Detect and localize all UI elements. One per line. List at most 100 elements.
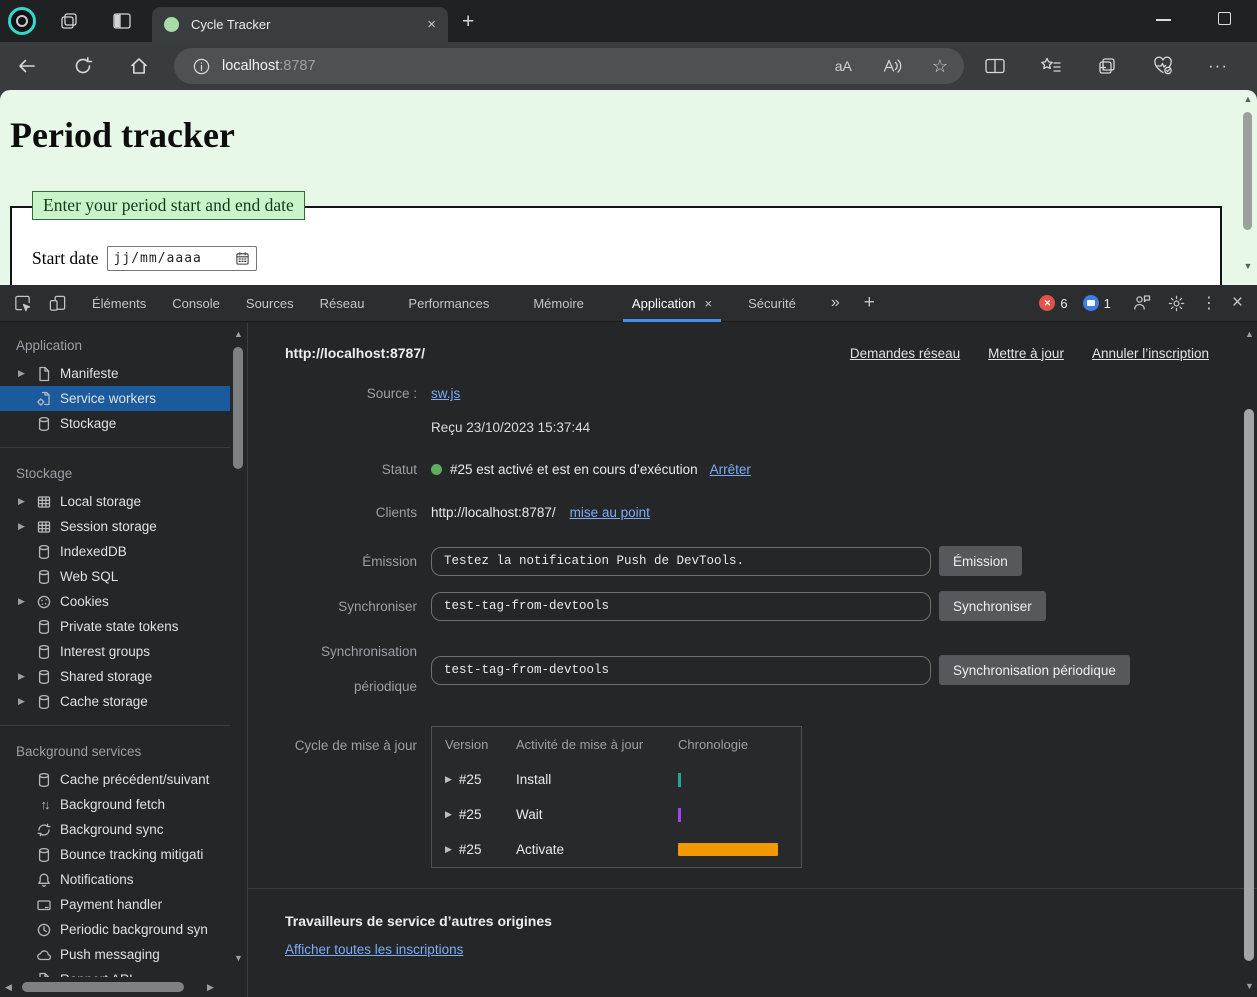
sidebar-item-manifest[interactable]: ▶ Manifeste (0, 361, 230, 386)
favorites-hub-icon[interactable] (1040, 56, 1062, 76)
sidebar-vertical-scrollbar[interactable]: ▲ ▼ (230, 323, 246, 977)
devtools-tab-application[interactable]: Application × (619, 285, 725, 322)
device-toolbar-icon[interactable] (47, 293, 67, 313)
expand-arrow-icon[interactable]: ▶ (18, 596, 32, 607)
sidebar-item-indexeddb[interactable]: ▶ IndexedDB (0, 539, 230, 564)
workspaces-icon[interactable] (57, 9, 81, 33)
table-row-wait[interactable]: ▶#25 Wait (432, 797, 801, 832)
page-scrollbar-thumb[interactable] (1243, 112, 1252, 230)
sidebar-item-back-forward-cache[interactable]: ▶ Cache précédent/suivant (0, 767, 230, 792)
sidebar-item-private-state-tokens[interactable]: ▶ Private state tokens (0, 614, 230, 639)
feedback-icon[interactable] (1132, 293, 1152, 313)
page-scrollbar[interactable]: ▲ ▼ (1239, 90, 1256, 285)
sidebar-item-storage[interactable]: ▶ Stockage (0, 411, 230, 436)
tab-close-icon[interactable]: × (427, 17, 436, 32)
address-bar[interactable]: localhost:8787 aA ☆ (174, 48, 964, 84)
devtools-tab-elements[interactable]: Éléments (79, 285, 159, 322)
sidebar-item-push-messaging[interactable]: ▶ Push messaging (0, 942, 230, 967)
expand-arrow-icon[interactable]: ▶ (18, 671, 32, 682)
browser-essentials-icon[interactable] (1152, 56, 1174, 76)
sidebar-item-reporting-api[interactable]: ▶ Rapport API (0, 967, 230, 977)
devtools-tab-console[interactable]: Console (159, 285, 233, 322)
sidebar-item-shared-storage[interactable]: ▶ Shared storage (0, 664, 230, 689)
sidebar-item-local-storage[interactable]: ▶ Local storage (0, 489, 230, 514)
scroll-down-icon[interactable]: ▼ (1242, 261, 1254, 271)
issues-badge[interactable]: 1 (1083, 295, 1111, 311)
expand-arrow-icon[interactable]: ▶ (18, 368, 32, 379)
close-application-tab-icon[interactable]: × (705, 296, 713, 311)
sidebar-item-cache-storage[interactable]: ▶ Cache storage (0, 689, 230, 714)
browser-tab-cycle-tracker[interactable]: Cycle Tracker × (152, 7, 448, 42)
main-scrollbar-thumb[interactable] (1244, 409, 1254, 961)
site-info-icon[interactable] (190, 55, 212, 77)
add-tool-icon[interactable]: + (864, 292, 875, 314)
reload-button[interactable] (72, 55, 94, 77)
sidebar-scrollbar-thumb[interactable] (233, 347, 243, 469)
expand-arrow-icon[interactable]: ▶ (445, 774, 452, 785)
sidebar-horizontal-scrollbar[interactable]: ◀ ▶ (0, 977, 230, 997)
unregister-link[interactable]: Annuler l’inscription (1092, 346, 1209, 361)
sync-tag-input[interactable] (431, 592, 931, 621)
devtools-tab-sources[interactable]: Sources (233, 285, 307, 322)
sidebar-item-interest-groups[interactable]: ▶ Interest groups (0, 639, 230, 664)
sidebar-item-cookies[interactable]: ▶ Cookies (0, 589, 230, 614)
scroll-right-icon[interactable]: ▶ (207, 982, 214, 993)
inspect-element-icon[interactable] (12, 293, 32, 313)
devtools-close-icon[interactable]: × (1232, 292, 1243, 314)
sidebar-item-background-fetch[interactable]: ▶ ↑↓ Background fetch (0, 792, 230, 817)
back-button[interactable] (16, 55, 38, 77)
settings-gear-icon[interactable] (1167, 294, 1186, 313)
table-row-install[interactable]: ▶#25 Install (432, 762, 801, 797)
devtools-tab-memory[interactable]: Mémoire (520, 285, 597, 322)
window-maximize-button[interactable] (1218, 12, 1231, 25)
update-link[interactable]: Mettre à jour (988, 346, 1064, 361)
push-message-input[interactable] (431, 547, 931, 576)
sidebar-item-background-sync[interactable]: ▶ Background sync (0, 817, 230, 842)
scroll-down-icon[interactable]: ▼ (1245, 981, 1254, 991)
table-row-activate[interactable]: ▶#25 Activate (432, 832, 801, 867)
more-tabs-icon[interactable]: » (831, 294, 840, 312)
expand-arrow-icon[interactable]: ▶ (445, 844, 452, 855)
expand-arrow-icon[interactable]: ▶ (445, 809, 452, 820)
sidebar-item-periodic-background-sync[interactable]: ▶ Periodic background syn (0, 917, 230, 942)
favorite-star-icon[interactable]: ☆ (932, 56, 948, 77)
expand-arrow-icon[interactable]: ▶ (18, 696, 32, 707)
error-badge[interactable]: ✕ 6 (1039, 295, 1067, 311)
devtools-tab-network[interactable]: Réseau (307, 285, 378, 322)
stop-link[interactable]: Arrêter (710, 462, 751, 477)
push-button[interactable]: Émission (939, 546, 1022, 576)
scroll-up-icon[interactable]: ▲ (234, 329, 243, 339)
sidebar-item-session-storage[interactable]: ▶ Session storage (0, 514, 230, 539)
sidebar-item-web-sql[interactable]: ▶ Web SQL (0, 564, 230, 589)
see-all-registrations-link[interactable]: Afficher toutes les inscriptions (285, 942, 463, 957)
focus-link[interactable]: mise au point (570, 505, 650, 520)
scroll-up-icon[interactable]: ▲ (1242, 94, 1254, 104)
scroll-left-icon[interactable]: ◀ (5, 982, 12, 993)
devtools-menu-icon[interactable]: ⋮ (1201, 293, 1217, 313)
start-date-input[interactable]: jj/mm/aaaa (107, 246, 257, 271)
split-screen-icon[interactable] (984, 56, 1006, 76)
new-tab-button[interactable]: + (462, 10, 474, 34)
sidebar-item-payment-handler[interactable]: ▶ Payment handler (0, 892, 230, 917)
devtools-tab-security[interactable]: Sécurité (735, 285, 809, 322)
network-requests-link[interactable]: Demandes réseau (850, 346, 960, 361)
periodic-sync-tag-input[interactable] (431, 656, 931, 685)
periodic-sync-button[interactable]: Synchronisation périodique (939, 655, 1130, 685)
scroll-up-icon[interactable]: ▲ (1245, 329, 1254, 339)
main-vertical-scrollbar[interactable]: ▲ ▼ (1241, 323, 1257, 997)
vertical-tabs-icon[interactable] (110, 9, 134, 33)
browser-logo-icon[interactable] (8, 7, 36, 35)
sync-button[interactable]: Synchroniser (939, 591, 1046, 621)
translate-icon[interactable]: aA (835, 58, 852, 74)
calendar-icon[interactable] (235, 251, 250, 266)
sidebar-item-bounce-tracking[interactable]: ▶ Bounce tracking mitigati (0, 842, 230, 867)
expand-arrow-icon[interactable]: ▶ (18, 496, 32, 507)
window-minimize-button[interactable] (1156, 19, 1171, 21)
read-aloud-icon[interactable] (882, 57, 902, 75)
collections-add-icon[interactable] (1096, 55, 1118, 77)
devtools-tab-performance[interactable]: Performances (395, 285, 502, 322)
home-button[interactable] (128, 55, 150, 77)
source-file-link[interactable]: sw.js (431, 386, 460, 401)
sidebar-hscrollbar-thumb[interactable] (22, 982, 184, 992)
browser-menu-icon[interactable]: ··· (1208, 56, 1228, 76)
